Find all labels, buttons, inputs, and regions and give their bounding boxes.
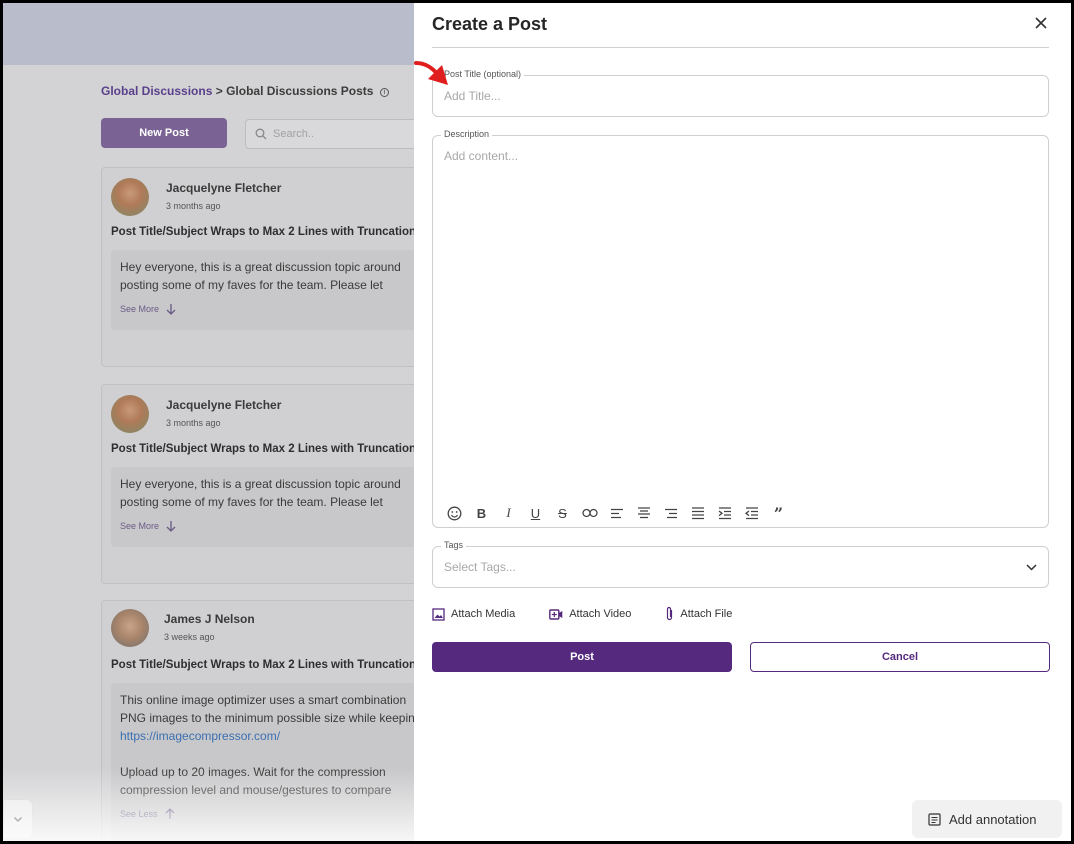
header-divider	[432, 47, 1049, 48]
description-field[interactable]: Description Add content... B I U S ”	[432, 129, 1049, 528]
align-center-icon[interactable]	[630, 504, 657, 522]
see-more-label: See More	[120, 521, 160, 531]
search-placeholder: Search..	[273, 128, 314, 140]
attach-media-label: Attach Media	[451, 608, 516, 620]
avatar	[111, 178, 149, 216]
video-icon	[549, 608, 563, 620]
attach-media-button[interactable]: Attach Media	[432, 607, 516, 621]
new-post-button[interactable]: New Post	[101, 118, 227, 148]
tags-field[interactable]: Tags Select Tags...	[432, 540, 1049, 588]
post-card: James J Nelson 3 weeks ago Post Title/Su…	[101, 600, 431, 841]
see-less-label: See Less	[120, 809, 158, 819]
indent-icon[interactable]	[711, 504, 738, 522]
post-button[interactable]: Post	[432, 642, 732, 672]
close-button[interactable]	[1031, 13, 1051, 33]
create-post-modal: Create a Post Post Title (optional) Add …	[414, 3, 1071, 841]
attach-video-label: Attach Video	[569, 608, 632, 620]
description-input[interactable]: Add content...	[444, 149, 518, 163]
chevron-down-icon	[14, 817, 22, 822]
post-body: Hey everyone, this is a great discussion…	[111, 467, 430, 547]
post-author[interactable]: James J Nelson	[164, 612, 255, 626]
breadcrumb-current: Global Discussions Posts	[226, 84, 374, 98]
underline-icon[interactable]: U	[522, 504, 549, 522]
paperclip-icon	[667, 606, 673, 621]
post-line: This online image optimizer uses a smart…	[120, 693, 407, 707]
post-title[interactable]: Post Title/Subject Wraps to Max 2 Lines …	[111, 659, 416, 671]
red-arrow-annotation	[414, 61, 448, 85]
tags-label: Tags	[441, 540, 467, 550]
attach-video-button[interactable]: Attach Video	[549, 608, 631, 620]
arrow-up-icon	[165, 808, 174, 819]
attach-file-button[interactable]: Attach File	[665, 606, 732, 622]
post-title-field[interactable]: Post Title (optional) Add Title...	[432, 69, 1049, 117]
post-title[interactable]: Post Title/Subject Wraps to Max 2 Lines …	[111, 226, 416, 238]
align-right-icon[interactable]	[657, 504, 684, 522]
add-annotation-label: Add annotation	[949, 811, 1037, 827]
quote-icon[interactable]: ”	[765, 504, 792, 523]
align-left-icon[interactable]	[603, 504, 630, 522]
attachments-row: Attach Media Attach Video Attach File	[432, 606, 766, 622]
post-link[interactable]: https://imagecompressor.com/	[120, 727, 430, 745]
collapse-button[interactable]	[3, 799, 33, 839]
arrow-down-icon	[166, 304, 176, 315]
post-line: Hey everyone, this is a great discussion…	[120, 260, 401, 274]
strikethrough-icon[interactable]: S	[549, 504, 576, 522]
post-line: PNG images to the minimum possible size …	[120, 711, 422, 725]
breadcrumb-separator: >	[215, 84, 223, 98]
description-label: Description	[441, 129, 493, 139]
post-line: compression level and mouse/gestures to …	[120, 783, 392, 797]
search-icon	[255, 128, 267, 140]
attach-file-label: Attach File	[680, 608, 733, 620]
chevron-down-icon[interactable]	[1024, 560, 1038, 574]
breadcrumb-root[interactable]: Global Discussions	[101, 84, 212, 98]
see-less-button[interactable]: See Less	[120, 805, 176, 823]
post-line	[120, 745, 430, 763]
emoji-icon[interactable]	[441, 504, 468, 522]
post-body: Hey everyone, this is a great discussion…	[111, 250, 430, 330]
post-card: Jacquelyne Fletcher 3 months ago Post Ti…	[101, 384, 431, 584]
close-icon	[1035, 17, 1047, 29]
arrow-down-icon	[166, 521, 176, 532]
see-more-button[interactable]: See More	[120, 517, 177, 535]
align-justify-icon[interactable]	[684, 504, 711, 522]
post-title[interactable]: Post Title/Subject Wraps to Max 2 Lines …	[111, 443, 416, 455]
see-more-label: See More	[120, 304, 160, 314]
post-line: posting some of my faves for the team. P…	[120, 495, 383, 509]
outdent-icon[interactable]	[738, 504, 765, 522]
modal-title: Create a Post	[432, 14, 548, 34]
post-time: 3 months ago	[166, 201, 221, 211]
image-icon	[432, 607, 445, 621]
post-line: Upload up to 20 images. Wait for the com…	[120, 765, 386, 779]
add-annotation-button[interactable]: Add annotation	[912, 800, 1062, 838]
see-more-button[interactable]: See More	[120, 300, 177, 318]
editor-toolbar: B I U S ”	[441, 504, 792, 523]
breadcrumb: Global Discussions > Global Discussions …	[101, 84, 389, 98]
cancel-button[interactable]: Cancel	[750, 642, 1050, 672]
note-icon	[928, 812, 941, 826]
italic-icon[interactable]: I	[495, 504, 522, 522]
tags-select[interactable]: Select Tags...	[444, 560, 516, 574]
avatar	[111, 395, 149, 433]
post-card: Jacquelyne Fletcher 3 months ago Post Ti…	[101, 167, 431, 367]
post-line: posting some of my faves for the team. P…	[120, 278, 383, 292]
bold-icon[interactable]: B	[468, 504, 495, 522]
post-line: Hey everyone, this is a great discussion…	[120, 477, 401, 491]
avatar	[111, 609, 149, 647]
post-body: This online image optimizer uses a smart…	[111, 683, 430, 841]
screen: Global Discussions > Global Discussions …	[3, 3, 1071, 841]
link-icon[interactable]	[576, 504, 603, 522]
post-time: 3 months ago	[166, 418, 221, 428]
info-icon[interactable]: i	[379, 88, 389, 97]
post-author[interactable]: Jacquelyne Fletcher	[166, 398, 281, 412]
post-author[interactable]: Jacquelyne Fletcher	[166, 181, 281, 195]
post-time: 3 weeks ago	[164, 632, 215, 642]
